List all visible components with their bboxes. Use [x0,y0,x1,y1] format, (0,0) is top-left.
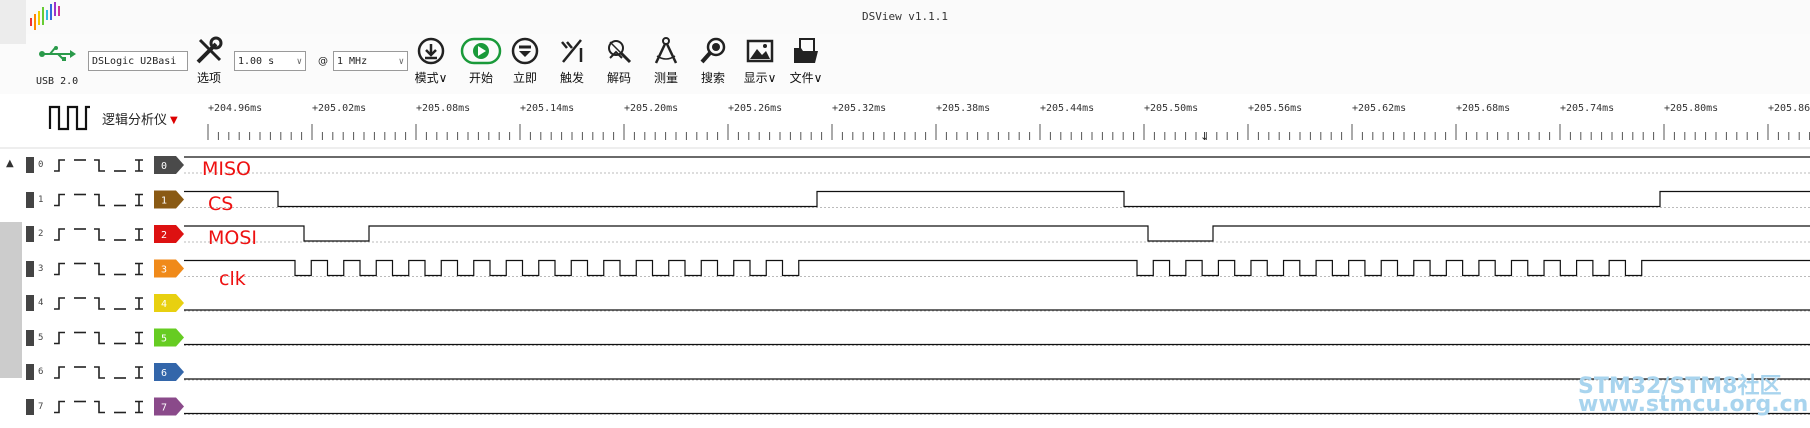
channel-number: 3 [38,263,44,274]
trigger-options-icon[interactable] [54,297,143,310]
channel-tag-label: 2 [161,230,167,241]
waveform-ch3 [184,259,1810,277]
channel-tag-label: 6 [161,368,167,379]
ruler-ticks [207,124,1810,140]
channel-tag-label: 0 [161,161,167,172]
channel-handle[interactable] [26,260,34,277]
channel-tag-label: 5 [161,334,167,345]
channel-number: 0 [38,160,44,170]
channel-number: 6 [38,367,44,377]
annotation-miso: MISO [202,158,252,180]
channel-handle[interactable] [26,398,34,415]
channel-tag-label: 3 [161,265,167,276]
channel-handle[interactable] [26,226,34,242]
waveform-ch2 [184,225,1810,242]
channel-handle[interactable] [26,329,34,346]
watermark-url: www.stmcu.org.cn [1578,392,1809,417]
trigger-options-icon[interactable] [54,366,143,379]
channel-number: 7 [38,401,44,412]
channel-color-tag[interactable] [154,156,184,174]
channel-tag-label: 1 [161,196,167,207]
annotation-cs: CS [208,193,234,215]
waveform-ch1 [184,190,1810,208]
channel-number: 4 [38,298,44,308]
channel-number: 2 [38,229,44,239]
trigger-options-icon[interactable] [54,400,143,414]
channel-handle[interactable] [26,157,34,173]
channel-color-tag[interactable] [154,294,184,312]
trigger-options-icon[interactable] [54,331,143,345]
annotation-mosi: MOSI [208,227,258,249]
trigger-options-icon[interactable] [54,159,143,172]
trigger-options-icon[interactable] [54,228,143,241]
channel-color-tag[interactable] [154,397,184,416]
channel-handle[interactable] [26,191,34,208]
channel-number: 1 [38,194,44,205]
channel-color-tag[interactable] [154,225,184,243]
channel-tag-label: 7 [161,403,167,414]
channel-tag-label: 4 [161,299,167,310]
waveform-area: 0 1 2 3 4 5 6 7 [0,124,1810,416]
channel-handle[interactable] [26,295,34,311]
channel-color-tag[interactable] [154,363,184,381]
channel-number: 5 [38,332,44,343]
trigger-options-icon[interactable] [54,262,143,276]
annotation-clk: clk [219,268,246,290]
trigger-options-icon[interactable] [54,193,143,207]
channel-color-tag[interactable] [154,259,184,278]
channel-handle[interactable] [26,364,34,380]
channel-color-tag[interactable] [154,328,184,347]
channel-color-tag[interactable] [154,190,184,209]
